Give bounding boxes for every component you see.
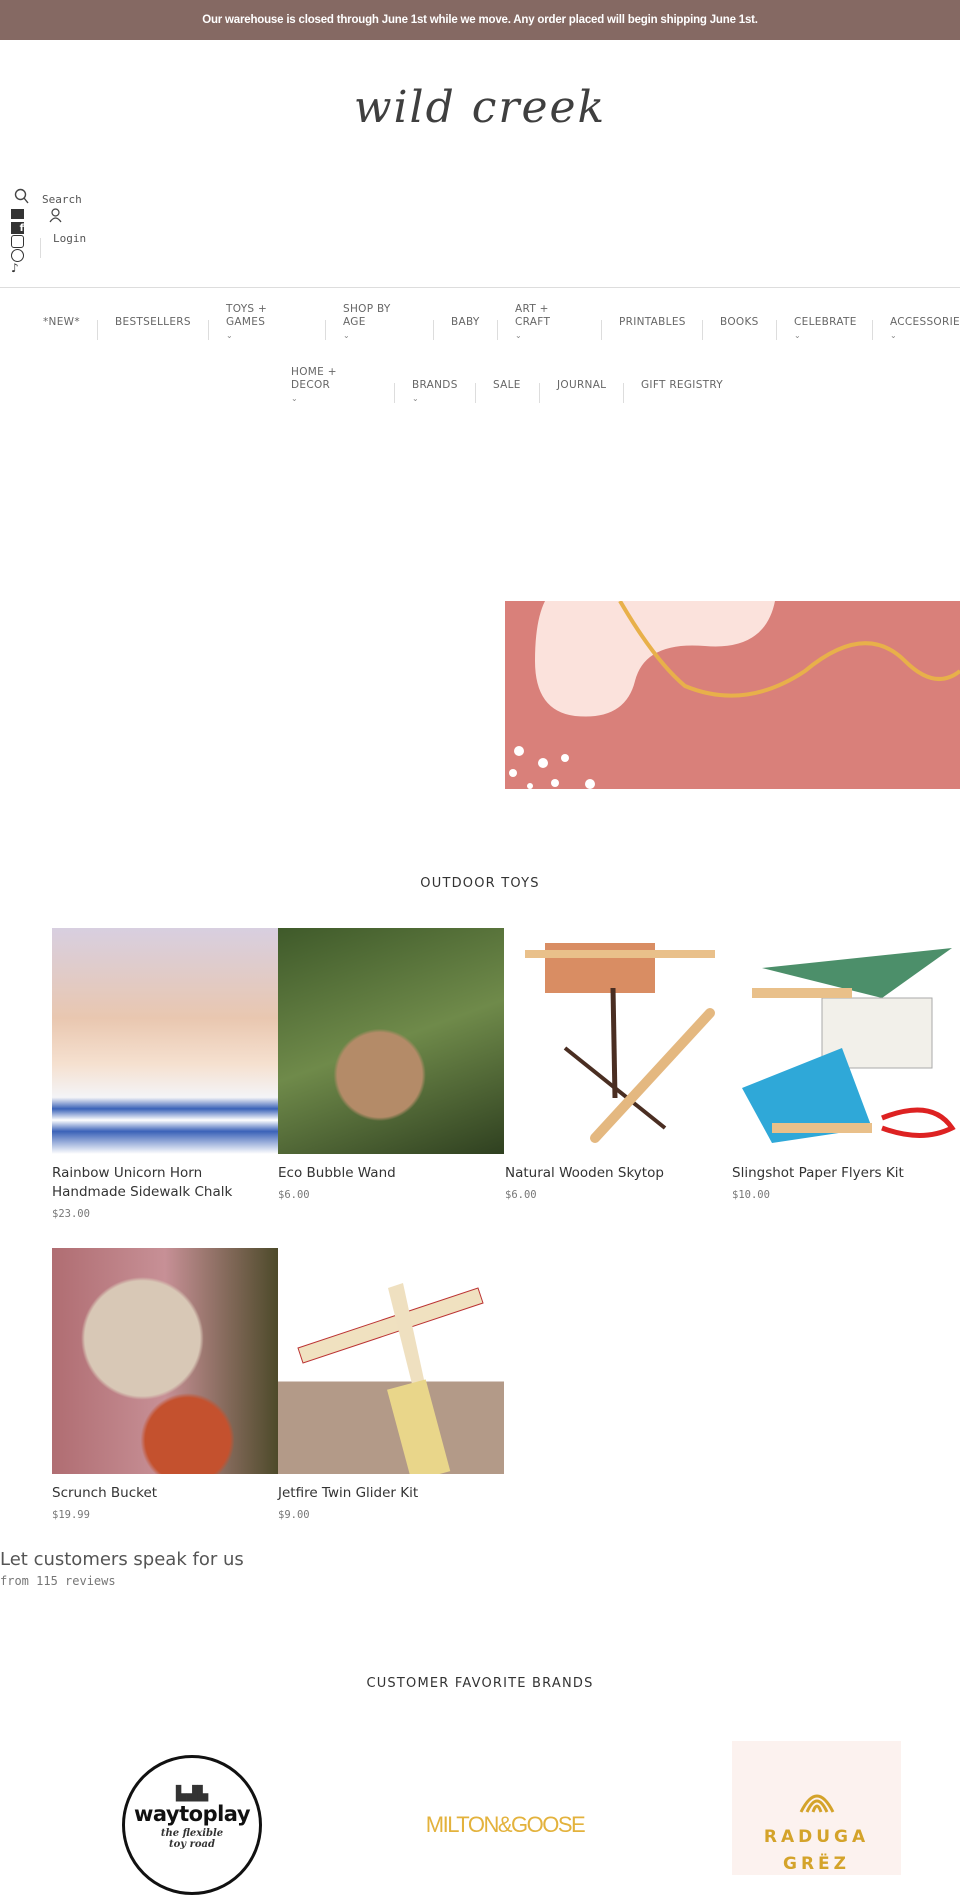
tiktok-icon[interactable]: ♪ xyxy=(11,262,25,275)
brand-name: RADUGA GRËZ xyxy=(763,1827,870,1874)
product-title[interactable]: Slingshot Paper Flyers Kit xyxy=(732,1164,952,1183)
nav-art-craft[interactable]: ART + CRAFT ⌄ xyxy=(515,303,560,342)
nav-separator xyxy=(475,383,476,403)
product-image[interactable] xyxy=(52,1248,278,1474)
nav-label: CELEBRATE xyxy=(794,316,857,328)
facebook-icon[interactable]: f xyxy=(11,222,24,234)
section-title-outdoor-toys: OUTDOOR TOYS xyxy=(420,876,540,891)
nav-shop-by-age[interactable]: SHOP BY AGE ⌄ xyxy=(343,303,403,342)
product-price: $23.00 xyxy=(52,1208,90,1220)
social-links: f ♪ xyxy=(11,209,25,275)
login-link[interactable]: Login xyxy=(53,232,86,245)
reviews-count[interactable]: from 115 reviews xyxy=(0,1574,116,1588)
nav-separator xyxy=(702,320,703,340)
nav-separator xyxy=(497,320,498,340)
nav-gift-registry[interactable]: GIFT REGISTRY xyxy=(641,379,723,392)
product-image[interactable] xyxy=(278,1248,504,1474)
nav-separator xyxy=(776,320,777,340)
nav-separator xyxy=(623,383,624,403)
nav-label: HOME + DECOR xyxy=(291,366,337,391)
product-price: $9.00 xyxy=(278,1509,310,1521)
brand-tagline: the flexible toy road xyxy=(160,1828,224,1850)
nav-label: BRANDS xyxy=(412,379,458,391)
nav-celebrate[interactable]: CELEBRATE ⌄ xyxy=(794,316,857,342)
product-title[interactable]: Eco Bubble Wand xyxy=(278,1164,498,1183)
rainbow-icon xyxy=(799,1794,834,1813)
product-price: $19.99 xyxy=(52,1509,90,1521)
chevron-down-icon: ⌄ xyxy=(291,394,299,403)
nav-baby[interactable]: BABY xyxy=(451,316,480,329)
product-title[interactable]: Scrunch Bucket xyxy=(52,1484,272,1503)
product-price: $6.00 xyxy=(505,1189,537,1201)
nav-bestsellers[interactable]: BESTSELLERS xyxy=(115,316,191,329)
nav-toys-games[interactable]: TOYS + GAMES ⌄ xyxy=(226,303,286,342)
product-title[interactable]: Natural Wooden Skytop xyxy=(505,1164,725,1183)
nav-separator xyxy=(325,320,326,340)
nav-books[interactable]: BOOKS xyxy=(720,316,759,329)
user-icon[interactable] xyxy=(49,208,62,227)
search-button[interactable] xyxy=(14,188,30,208)
nav-separator xyxy=(539,383,540,403)
nav-separator xyxy=(601,320,602,340)
brand-logo-milton-goose[interactable]: MILTON&GOOSE xyxy=(420,1812,590,1838)
product-card[interactable]: Scrunch Bucket $19.99 xyxy=(52,1248,278,1521)
product-image[interactable] xyxy=(52,928,278,1154)
search-icon xyxy=(14,188,29,204)
nav-journal[interactable]: JOURNAL xyxy=(557,379,606,392)
chevron-down-icon: ⌄ xyxy=(515,331,523,340)
search-label[interactable]: Search xyxy=(42,193,82,206)
nav-brands[interactable]: BRANDS ⌄ xyxy=(412,379,458,405)
chevron-down-icon: ⌄ xyxy=(226,331,234,340)
product-price: $10.00 xyxy=(732,1189,770,1201)
brand-logo-raduga-grez[interactable]: RADUGA GRËZ xyxy=(732,1741,901,1875)
product-card[interactable]: Slingshot Paper Flyers Kit $10.00 xyxy=(732,928,958,1201)
nav-label: ACCESSORIES xyxy=(890,316,960,328)
product-card[interactable]: Rainbow Unicorn Horn Handmade Sidewalk C… xyxy=(52,928,278,1220)
header-divider xyxy=(0,287,960,288)
nav-new[interactable]: *NEW* xyxy=(43,316,80,329)
chevron-down-icon: ⌄ xyxy=(794,331,802,340)
nav-separator xyxy=(394,383,395,403)
nav-separator xyxy=(208,320,209,340)
nav-separator xyxy=(433,320,434,340)
product-image[interactable] xyxy=(505,928,731,1154)
section-title-brands: CUSTOMER FAVORITE BRANDS xyxy=(366,1676,594,1691)
product-card[interactable]: Jetfire Twin Glider Kit $9.00 xyxy=(278,1248,504,1521)
chevron-down-icon: ⌄ xyxy=(890,331,898,340)
nav-accessories[interactable]: ACCESSORIES ⌄ xyxy=(890,316,960,342)
reviews-title: Let customers speak for us xyxy=(0,1549,244,1570)
product-image[interactable] xyxy=(278,928,504,1154)
brand-logo-waytoplay[interactable]: ▙▟▙ waytoplay the flexible toy road xyxy=(122,1755,262,1895)
nav-sale[interactable]: SALE xyxy=(493,379,521,392)
product-title[interactable]: Jetfire Twin Glider Kit xyxy=(278,1484,498,1503)
product-image[interactable] xyxy=(732,928,958,1154)
hero-banner-image[interactable] xyxy=(505,601,960,789)
divider xyxy=(40,238,41,258)
nav-label: ART + CRAFT xyxy=(515,303,551,328)
nav-printables[interactable]: PRINTABLES xyxy=(619,316,686,329)
nav-home-decor[interactable]: HOME + DECOR ⌄ xyxy=(291,366,341,405)
chevron-down-icon: ⌄ xyxy=(343,331,351,340)
chevron-down-icon: ⌄ xyxy=(412,394,420,403)
product-card[interactable]: Natural Wooden Skytop $6.00 xyxy=(505,928,731,1201)
nav-separator xyxy=(872,320,873,340)
product-card[interactable]: Eco Bubble Wand $6.00 xyxy=(278,928,504,1201)
site-logo[interactable]: wild creek xyxy=(0,82,960,133)
mail-icon[interactable] xyxy=(11,209,24,219)
nav-label: TOYS + GAMES xyxy=(226,303,268,328)
product-title[interactable]: Rainbow Unicorn Horn Handmade Sidewalk C… xyxy=(52,1164,272,1202)
nav-label: SHOP BY AGE xyxy=(343,303,391,328)
announcement-bar: Our warehouse is closed through June 1st… xyxy=(0,0,960,40)
nav-separator xyxy=(97,320,98,340)
product-price: $6.00 xyxy=(278,1189,310,1201)
instagram-icon[interactable] xyxy=(11,235,24,248)
brand-name: waytoplay xyxy=(133,1802,251,1826)
